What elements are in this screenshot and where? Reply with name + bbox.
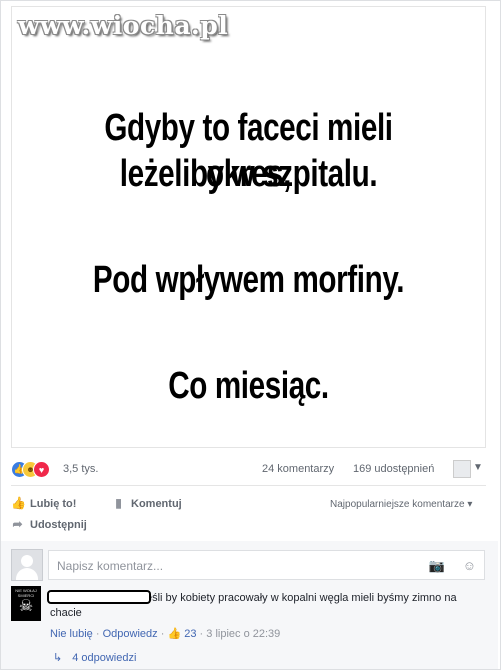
- meme-line-2: leżeliby w szpitalu.: [119, 153, 378, 195]
- emoji-icon[interactable]: ☺: [463, 558, 476, 574]
- avatar[interactable]: [11, 549, 43, 581]
- input-icons: 📷 ☺: [429, 558, 476, 574]
- shares-count[interactable]: 169 udostępnień: [353, 463, 434, 475]
- sort-label: Najpopularniejsze komentarze: [330, 499, 465, 510]
- meme-line-4: Co miesiąc.: [168, 365, 329, 407]
- separator: ·: [95, 628, 103, 640]
- comments-count[interactable]: 24 komentarzy: [262, 463, 334, 475]
- share-icon: ➦: [12, 517, 23, 531]
- chevron-down-icon[interactable]: ▼: [473, 462, 483, 473]
- avatar-head: [21, 555, 33, 567]
- comment-icon: ▮: [115, 496, 122, 510]
- love-reaction-icon[interactable]: ♥: [33, 461, 50, 478]
- sort-comments-dropdown[interactable]: Najpopularniejsze komentarze ▾: [330, 499, 472, 510]
- watermark: www.wiocha.pl: [18, 11, 229, 40]
- skull-icon: ☠: [18, 598, 34, 615]
- like-label: Lubię to!: [30, 497, 77, 510]
- share-label: Udostępnij: [30, 518, 87, 531]
- chevron-down-icon: ▾: [467, 499, 473, 510]
- comment-meta: Nie lubię · Odpowiedz · 👍 23 · 3 lipiec …: [50, 627, 280, 640]
- meme-line-3: Pod wpływem morfiny.: [92, 259, 405, 301]
- avatar-body: [16, 568, 38, 580]
- replies-count: 4 odpowiedzi: [72, 651, 137, 664]
- divider: [11, 485, 486, 486]
- camera-icon[interactable]: 📷: [429, 558, 445, 574]
- like-button[interactable]: 👍 Lubię to!: [11, 497, 76, 510]
- comment-placeholder: Napisz komentarz...: [57, 559, 164, 573]
- comment-like-count[interactable]: 23: [184, 628, 196, 640]
- comment-date[interactable]: 3 lipiec o 22:39: [206, 628, 280, 640]
- reactions-row: 👍 ☻ ♥ 3,5 tys. 24 komentarzy 169 udostęp…: [11, 460, 486, 478]
- comment-input[interactable]: Napisz komentarz... 📷 ☺: [48, 550, 485, 580]
- comment-label: Komentuj: [131, 497, 182, 510]
- reply-arrow-icon: ↳: [53, 652, 63, 664]
- share-button[interactable]: ➦ Udostępnij: [11, 517, 87, 531]
- post-image[interactable]: Gdyby to faceci mieli okres, leżeliby w …: [11, 6, 486, 448]
- view-replies-link[interactable]: ↳ 4 odpowiedzi: [53, 651, 137, 665]
- thumbs-up-icon[interactable]: 👍: [167, 628, 181, 640]
- commenter-avatar[interactable]: NIE WOŁAJ SMIERCI ☠: [11, 586, 41, 621]
- viewer-avatar[interactable]: [453, 460, 471, 478]
- reply-link[interactable]: Odpowiedz: [103, 628, 158, 640]
- thumbs-up-icon: 👍: [11, 496, 26, 510]
- unlike-link[interactable]: Nie lubię: [50, 628, 93, 640]
- comment-button[interactable]: ▮ Komentuj: [112, 497, 182, 510]
- reaction-count[interactable]: 3,5 tys.: [63, 463, 98, 475]
- post-card: Gdyby to faceci mieli okres, leżeliby w …: [0, 0, 501, 670]
- redacted-name: [47, 590, 151, 604]
